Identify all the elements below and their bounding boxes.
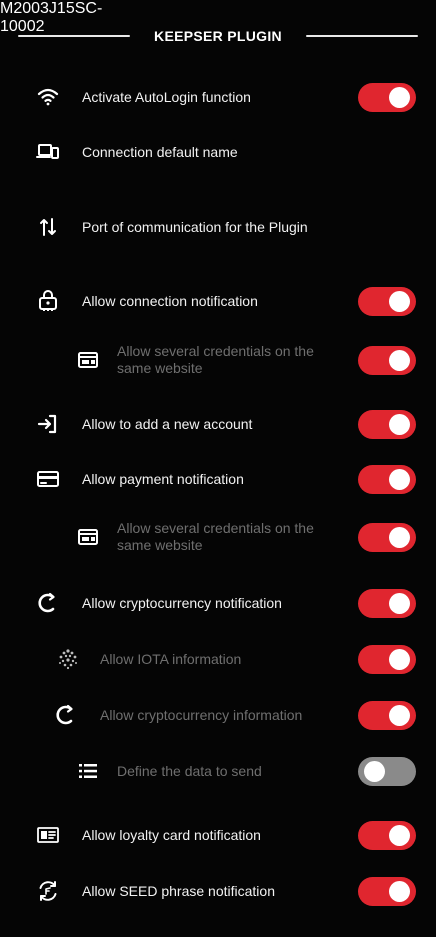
plugin-settings-screen: KEEPSER PLUGIN Activate AutoLogin functi… bbox=[0, 0, 436, 937]
setting-label: Allow connection notification bbox=[82, 293, 258, 309]
toggle-knob bbox=[389, 468, 410, 490]
toggle-knob bbox=[389, 648, 410, 670]
devices-icon bbox=[36, 140, 60, 164]
login-icon bbox=[36, 412, 60, 436]
setting-label: Allow cryptocurrency notification bbox=[82, 595, 282, 611]
crypto-cycle-icon bbox=[36, 591, 60, 615]
setting-label: Allow SEED phrase notification bbox=[82, 883, 275, 899]
setting-row-port: Port of communication for the Plugin bbox=[0, 204, 436, 250]
setting-row-connection-name: Connection default name bbox=[0, 130, 436, 174]
lock-device-icon bbox=[36, 289, 60, 313]
setting-label: Allow IOTA information bbox=[100, 651, 242, 667]
loyalty-card-toggle[interactable] bbox=[358, 820, 416, 850]
credit-card-icon bbox=[36, 467, 60, 491]
setting-row-define-data: Define the data to send bbox=[0, 748, 436, 794]
iota-icon bbox=[56, 647, 80, 671]
section-title: KEEPSER PLUGIN bbox=[154, 28, 282, 44]
setting-label: Allow payment notification bbox=[82, 471, 244, 487]
define-data-toggle[interactable] bbox=[358, 756, 416, 786]
credentials-card-icon bbox=[76, 525, 100, 549]
several-credentials-2-toggle[interactable] bbox=[358, 522, 416, 552]
credentials-card-icon bbox=[76, 348, 100, 372]
connection-name-value[interactable]: M2003J15SC- bbox=[0, 0, 436, 18]
crypto-notification-toggle[interactable] bbox=[358, 588, 416, 618]
setting-label: Define the data to send bbox=[117, 763, 262, 779]
setting-label: Allow several credentials on the same we… bbox=[117, 520, 314, 553]
header-divider-left bbox=[18, 35, 130, 37]
header-divider-right bbox=[306, 35, 418, 37]
toggle-knob bbox=[389, 704, 410, 726]
setting-row-crypto-notification: Allow cryptocurrency notification bbox=[0, 580, 436, 626]
setting-label: Port of communication for the Plugin bbox=[82, 219, 308, 235]
add-account-toggle[interactable] bbox=[358, 409, 416, 439]
autologin-toggle[interactable] bbox=[358, 82, 416, 112]
toggle-knob bbox=[364, 760, 385, 782]
id-card-icon bbox=[36, 823, 60, 847]
setting-label: Allow to add a new account bbox=[82, 416, 253, 432]
several-credentials-1-toggle[interactable] bbox=[358, 345, 416, 375]
toggle-knob bbox=[389, 824, 410, 846]
setting-row-payment-notification: Allow payment notification bbox=[0, 456, 436, 502]
toggle-knob bbox=[389, 526, 410, 548]
setting-row-crypto-information: Allow cryptocurrency information bbox=[0, 692, 436, 738]
payment-notification-toggle[interactable] bbox=[358, 464, 416, 494]
setting-row-connection-notification: Allow connection notification bbox=[0, 278, 436, 324]
section-header: KEEPSER PLUGIN bbox=[0, 22, 436, 50]
list-icon bbox=[76, 759, 100, 783]
setting-label: Allow several credentials on the same we… bbox=[117, 343, 314, 376]
setting-row-autologin: Activate AutoLogin function bbox=[0, 74, 436, 120]
crypto-cycle-icon bbox=[54, 703, 78, 727]
setting-row-add-account: Allow to add a new account bbox=[0, 401, 436, 447]
toggle-knob bbox=[389, 413, 410, 435]
seed-refresh-icon bbox=[36, 879, 60, 903]
connection-notification-toggle[interactable] bbox=[358, 286, 416, 316]
toggle-knob bbox=[389, 290, 410, 312]
setting-label: Allow cryptocurrency information bbox=[100, 707, 303, 723]
crypto-information-toggle[interactable] bbox=[358, 700, 416, 730]
swap-vertical-icon bbox=[36, 215, 60, 239]
setting-label: Connection default name bbox=[82, 144, 238, 160]
setting-row-iota-information: Allow IOTA information bbox=[0, 636, 436, 682]
setting-row-seed-phrase: Allow SEED phrase notification bbox=[0, 868, 436, 914]
seed-phrase-toggle[interactable] bbox=[358, 876, 416, 906]
setting-row-several-credentials-1: Allow several credentials on the same we… bbox=[0, 336, 436, 384]
wifi-icon bbox=[36, 85, 60, 109]
setting-label: Allow loyalty card notification bbox=[82, 827, 261, 843]
toggle-knob bbox=[389, 86, 410, 108]
toggle-knob bbox=[389, 880, 410, 902]
iota-information-toggle[interactable] bbox=[358, 644, 416, 674]
setting-label: Activate AutoLogin function bbox=[82, 89, 251, 105]
toggle-knob bbox=[389, 349, 410, 371]
setting-row-loyalty-card: Allow loyalty card notification bbox=[0, 812, 436, 858]
toggle-knob bbox=[389, 592, 410, 614]
setting-row-several-credentials-2: Allow several credentials on the same we… bbox=[0, 513, 436, 561]
